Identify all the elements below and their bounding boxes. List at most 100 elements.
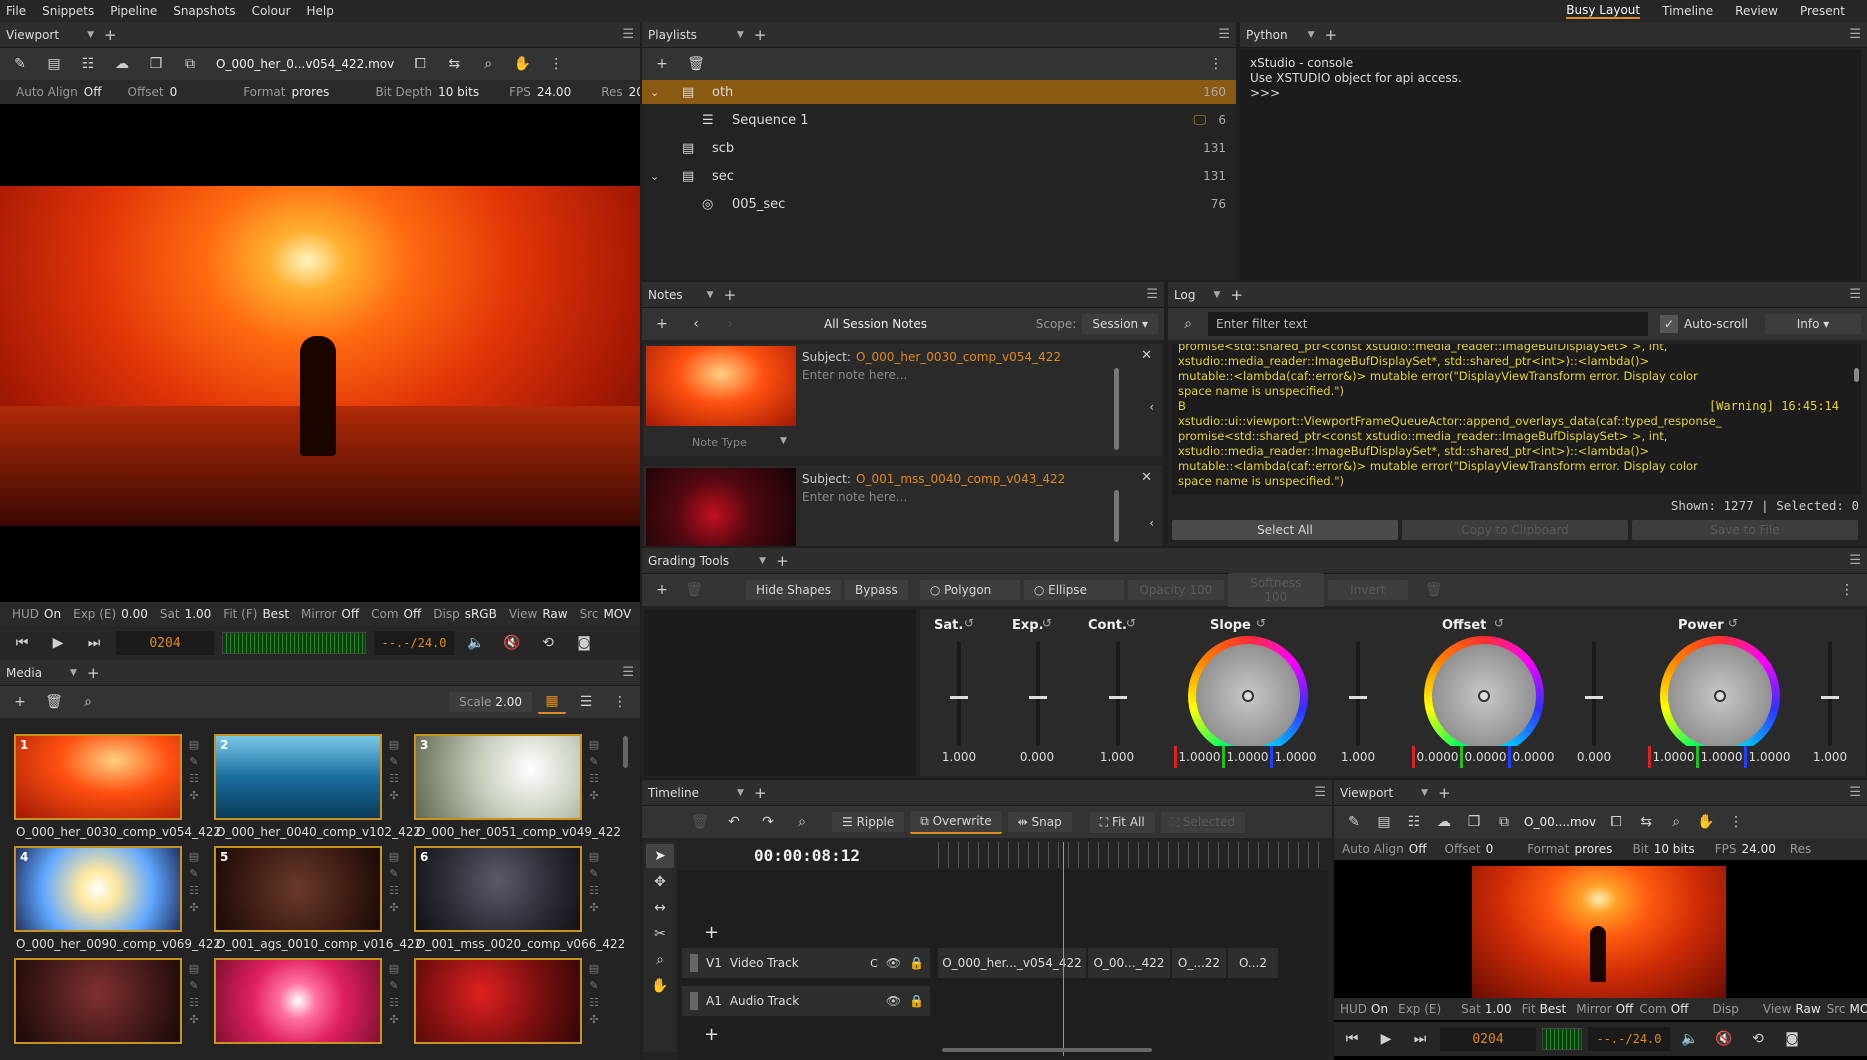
more-vertical-icon[interactable]: ⋮ bbox=[606, 690, 634, 714]
sat-value[interactable]: 1.000 bbox=[928, 746, 990, 768]
notes-icon[interactable]: ▤ bbox=[40, 52, 68, 76]
add-panel-icon[interactable]: + bbox=[754, 784, 767, 802]
sliders-icon[interactable]: ☷ bbox=[1400, 810, 1428, 834]
sliders-icon[interactable]: ☷ bbox=[74, 52, 102, 76]
trash-icon[interactable]: 🗑 bbox=[680, 578, 708, 602]
grading-layer-list[interactable] bbox=[644, 610, 916, 776]
compare-icon[interactable]: ⧉ bbox=[176, 52, 204, 76]
invert-button[interactable]: Invert bbox=[1327, 580, 1408, 600]
media-thumb[interactable]: 2 bbox=[214, 734, 382, 820]
menu-colour[interactable]: Colour bbox=[252, 4, 291, 18]
media-side-tools[interactable]: ▤ ✎ ☷ ✣ bbox=[586, 960, 602, 1028]
add-track-icon[interactable]: + bbox=[704, 922, 719, 943]
trash-icon[interactable]: 🗑 bbox=[40, 690, 68, 714]
grid-view-icon[interactable]: ▦ bbox=[538, 690, 566, 714]
trash-icon[interactable]: 🗑 bbox=[686, 810, 714, 834]
fit-value[interactable]: Best bbox=[262, 607, 289, 621]
close-icon[interactable]: ✕ bbox=[1141, 348, 1152, 363]
hamburger-icon[interactable]: ☰ bbox=[622, 27, 634, 42]
trash-icon[interactable]: 🗑 bbox=[682, 52, 710, 76]
media-side-tools[interactable]: ▤ ✎ ☷ ✣ bbox=[586, 848, 602, 916]
media-thumb[interactable]: 5 bbox=[214, 846, 382, 932]
track-handle[interactable] bbox=[690, 992, 698, 1010]
slope-rgb-values[interactable]: 1.0000 1.0000 1.0000 bbox=[1174, 746, 1318, 768]
loop-icon[interactable]: ⟲ bbox=[534, 631, 562, 655]
annotate-icon[interactable]: ✎ bbox=[6, 52, 34, 76]
media-side-tools[interactable]: ▤ ✎ ☷ ✣ bbox=[586, 736, 602, 804]
note-thumbnail[interactable] bbox=[646, 346, 796, 426]
note-scrollbar[interactable] bbox=[1114, 490, 1119, 542]
power-color-wheel[interactable] bbox=[1660, 636, 1780, 756]
add-panel-icon[interactable]: + bbox=[1325, 26, 1338, 44]
sequence-row[interactable]: ☰ Sequence 1 🖵 6 bbox=[642, 108, 1236, 132]
save-file-button[interactable]: Save to File bbox=[1632, 520, 1858, 540]
add-panel-icon[interactable]: + bbox=[104, 26, 117, 44]
add-playlist-icon[interactable]: + bbox=[648, 52, 676, 76]
hamburger-icon[interactable]: ☰ bbox=[1146, 287, 1158, 302]
notes-icon[interactable]: ▤ bbox=[1370, 810, 1398, 834]
cont-slider[interactable] bbox=[1109, 642, 1127, 752]
fit-all-button[interactable]: ⛶ Fit All bbox=[1089, 811, 1155, 833]
media-side-tools[interactable]: ▤ ✎ ☷ ✣ bbox=[386, 960, 402, 1028]
offset-color-wheel[interactable] bbox=[1424, 636, 1544, 756]
viewport-title[interactable]: Viewport bbox=[6, 28, 59, 42]
chevron-left-icon[interactable]: ‹ bbox=[682, 312, 710, 336]
track-compare-toggle[interactable]: C bbox=[870, 957, 878, 970]
copy-icon[interactable]: ⧠ bbox=[406, 52, 434, 76]
ripple-button[interactable]: ☰ Ripple bbox=[832, 812, 905, 832]
chevron-down-icon[interactable]: ⌄ bbox=[650, 170, 670, 183]
autoscroll-checkbox[interactable]: ✓ bbox=[1660, 315, 1678, 333]
clip[interactable]: O_00..._422 bbox=[1088, 948, 1170, 978]
snapshot-icon[interactable]: ◙ bbox=[1778, 1027, 1806, 1051]
layout-busy[interactable]: Busy Layout bbox=[1566, 3, 1641, 19]
copy-icon[interactable]: ⧠ bbox=[1602, 810, 1630, 834]
pan-hand-icon[interactable]: ✋ bbox=[646, 974, 674, 998]
offset-master-value[interactable]: 0.000 bbox=[1568, 746, 1620, 768]
sat-slider[interactable] bbox=[950, 642, 968, 752]
video-track-header[interactable]: V1 Video Track C 👁 🔒 bbox=[682, 948, 930, 978]
note-subject[interactable]: O_000_her_0030_comp_v054_422 bbox=[856, 350, 1061, 364]
pan-hand-icon[interactable]: ✋ bbox=[1692, 810, 1720, 834]
move-icon[interactable]: ✥ bbox=[646, 870, 674, 894]
timeline-title[interactable]: Timeline bbox=[648, 786, 699, 800]
layers-icon[interactable]: ❒ bbox=[1460, 810, 1488, 834]
wheel-handle[interactable] bbox=[1714, 690, 1726, 702]
subset-row[interactable]: ◎ 005_sec 76 bbox=[642, 192, 1236, 216]
hamburger-icon[interactable]: ☰ bbox=[1314, 785, 1326, 800]
lock-icon[interactable]: 🔒 bbox=[909, 994, 924, 1008]
slip-icon[interactable]: ↔ bbox=[646, 896, 674, 920]
compare-value[interactable]: Off bbox=[404, 607, 422, 621]
playlist-row[interactable]: ⌄ ▤ oth 160 bbox=[642, 80, 1236, 104]
scrub-bar[interactable] bbox=[222, 632, 366, 654]
media-thumb[interactable]: 6 bbox=[414, 846, 582, 932]
source-value[interactable]: MOV bbox=[603, 607, 631, 621]
ellipse-button[interactable]: ○ Ellipse bbox=[1023, 580, 1124, 600]
power-master-value[interactable]: 1.000 bbox=[1804, 746, 1856, 768]
python-console[interactable]: xStudio - console Use XSTUDIO object for… bbox=[1240, 50, 1861, 280]
power-master-slider[interactable] bbox=[1821, 642, 1839, 752]
compare-icon[interactable]: ⧉ bbox=[1490, 810, 1518, 834]
media-side-tools[interactable]: ▤ ✎ ☷ ✣ bbox=[186, 960, 202, 1028]
chevron-down-icon[interactable]: ⌄ bbox=[650, 86, 670, 99]
layout-present[interactable]: Present bbox=[1800, 4, 1845, 18]
cont-value[interactable]: 1.000 bbox=[1086, 746, 1148, 768]
chevron-down-icon[interactable]: ▼ bbox=[737, 788, 744, 798]
power-rgb-values[interactable]: 1.0000 1.0000 1.0000 bbox=[1648, 746, 1792, 768]
loop-icon[interactable]: ⟲ bbox=[1744, 1027, 1772, 1051]
blue-value[interactable]: 1.0000 bbox=[1744, 746, 1792, 768]
chevron-down-icon[interactable]: ▼ bbox=[87, 30, 94, 40]
menu-file[interactable]: File bbox=[6, 4, 26, 18]
pan-hand-icon[interactable]: ✋ bbox=[508, 52, 536, 76]
blue-value[interactable]: 1.0000 bbox=[1270, 746, 1318, 768]
reset-icon[interactable]: ↺ bbox=[1256, 616, 1266, 630]
media-thumb[interactable]: 4 bbox=[14, 846, 182, 932]
skip-forward-icon[interactable]: ⏭ bbox=[80, 631, 108, 655]
chevron-down-icon[interactable]: ▼ bbox=[737, 30, 744, 40]
playhead[interactable] bbox=[1063, 842, 1064, 1056]
search-icon[interactable]: ⌕ bbox=[74, 690, 102, 714]
add-panel-icon[interactable]: + bbox=[1438, 784, 1451, 802]
view-value[interactable]: Raw bbox=[1795, 1002, 1820, 1016]
reset-icon[interactable]: ↺ bbox=[1494, 616, 1504, 630]
layers-icon[interactable]: ❒ bbox=[142, 52, 170, 76]
annotate-icon[interactable]: ✎ bbox=[1340, 810, 1368, 834]
